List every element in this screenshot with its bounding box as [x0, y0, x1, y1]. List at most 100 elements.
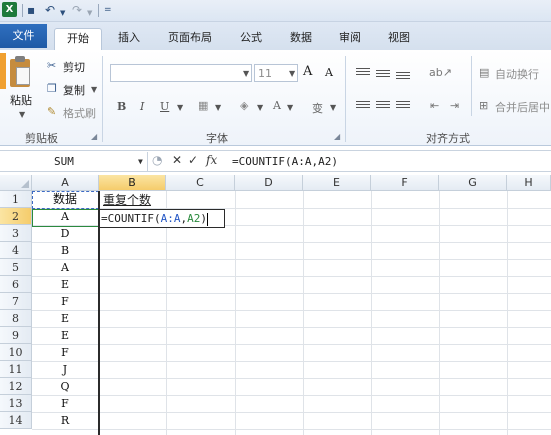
- tab-page-layout[interactable]: 页面布局: [160, 28, 220, 50]
- tab-home[interactable]: 开始: [54, 28, 102, 50]
- chevron-down-icon[interactable]: ▼: [330, 103, 336, 112]
- row-header[interactable]: 4: [0, 242, 32, 259]
- align-right-icon[interactable]: [396, 101, 410, 112]
- cell-a11[interactable]: J: [32, 361, 98, 378]
- cell-a14[interactable]: R: [32, 412, 98, 429]
- merge-center-button[interactable]: 合并后居中: [495, 99, 550, 115]
- orientation-icon[interactable]: ab↗: [429, 66, 452, 79]
- row-header[interactable]: 3: [0, 225, 32, 242]
- underline-button[interactable]: U: [160, 100, 169, 113]
- tab-formulas[interactable]: 公式: [232, 28, 270, 50]
- phonetic-button[interactable]: 变: [312, 100, 323, 116]
- row-header[interactable]: 6: [0, 276, 32, 293]
- enter-icon[interactable]: ✓: [188, 153, 198, 167]
- paste-icon[interactable]: [10, 55, 32, 89]
- name-box[interactable]: SUM ▼: [0, 152, 148, 171]
- cut-button[interactable]: 剪切: [63, 59, 85, 75]
- column-header-e[interactable]: E: [303, 175, 371, 191]
- expand-icon[interactable]: ◔: [152, 153, 162, 167]
- chevron-down-icon[interactable]: ▼: [243, 69, 249, 78]
- scissors-icon[interactable]: ✂: [47, 59, 56, 72]
- row-header[interactable]: 5: [0, 259, 32, 276]
- column-header-b[interactable]: B: [99, 175, 166, 191]
- column-header-f[interactable]: F: [371, 175, 439, 191]
- bold-button[interactable]: B: [117, 100, 126, 113]
- tab-insert[interactable]: 插入: [110, 28, 148, 50]
- column-header-h[interactable]: H: [507, 175, 551, 191]
- row-header[interactable]: 8: [0, 310, 32, 327]
- cell-a3[interactable]: D: [32, 225, 98, 242]
- row-header[interactable]: 11: [0, 361, 32, 378]
- select-all-button[interactable]: [0, 175, 32, 191]
- cell-b1[interactable]: 重复个数: [103, 192, 151, 208]
- decrease-indent-icon[interactable]: ⇤: [430, 99, 439, 112]
- insert-function-icon[interactable]: fx: [206, 153, 217, 167]
- shrink-font-button[interactable]: A: [325, 66, 333, 79]
- customize-icon[interactable]: =: [104, 3, 112, 17]
- wrap-text-icon[interactable]: ▤: [479, 66, 489, 79]
- align-middle-icon[interactable]: [376, 70, 390, 81]
- format-painter-button[interactable]: 格式刷: [63, 105, 96, 121]
- formula-input[interactable]: =COUNTIF(A:A,A2): [232, 153, 338, 171]
- row-header[interactable]: 7: [0, 293, 32, 310]
- chevron-down-icon[interactable]: ▼: [87, 6, 92, 20]
- align-center-icon[interactable]: [376, 101, 390, 112]
- format-painter-icon[interactable]: ✎: [47, 105, 56, 118]
- font-color-icon[interactable]: A: [273, 99, 281, 112]
- column-header-d[interactable]: D: [235, 175, 303, 191]
- chevron-down-icon[interactable]: ▼: [19, 110, 25, 119]
- cell-b2-editor[interactable]: =COUNTIF(A:A,A2): [99, 209, 225, 228]
- cancel-icon[interactable]: ✕: [172, 153, 182, 167]
- cell-a13[interactable]: F: [32, 395, 98, 412]
- align-top-icon[interactable]: [356, 68, 370, 79]
- undo-icon[interactable]: ↶: [45, 3, 55, 17]
- cell-a4[interactable]: B: [32, 242, 98, 259]
- cell-a10[interactable]: F: [32, 344, 98, 361]
- cell-a12[interactable]: Q: [32, 378, 98, 395]
- row-header[interactable]: 13: [0, 395, 32, 412]
- tab-data[interactable]: 数据: [282, 28, 320, 50]
- chevron-down-icon[interactable]: ▼: [60, 6, 65, 20]
- row-header[interactable]: 1: [0, 191, 32, 208]
- cell-a8[interactable]: E: [32, 310, 98, 327]
- tab-file[interactable]: 文件: [0, 24, 47, 48]
- cell-a7[interactable]: F: [32, 293, 98, 310]
- paste-button[interactable]: 粘贴: [10, 92, 32, 108]
- cell-a6[interactable]: E: [32, 276, 98, 293]
- column-header-c[interactable]: C: [166, 175, 235, 191]
- chevron-down-icon[interactable]: ▼: [287, 103, 293, 112]
- row-header[interactable]: 12: [0, 378, 32, 395]
- row-header[interactable]: 9: [0, 327, 32, 344]
- column-header-a[interactable]: A: [32, 175, 99, 191]
- align-left-icon[interactable]: [356, 101, 370, 112]
- fill-color-icon[interactable]: ◈: [240, 99, 248, 112]
- tab-review[interactable]: 审阅: [331, 28, 369, 50]
- dialog-launcher-icon[interactable]: ◢: [334, 132, 340, 141]
- copy-icon[interactable]: ❐: [47, 82, 57, 95]
- column-header-g[interactable]: G: [439, 175, 507, 191]
- chevron-down-icon[interactable]: ▼: [177, 103, 183, 112]
- row-header[interactable]: 10: [0, 344, 32, 361]
- wrap-text-button[interactable]: 自动换行: [495, 66, 539, 82]
- grow-font-button[interactable]: A: [303, 64, 312, 79]
- italic-button[interactable]: I: [140, 100, 144, 113]
- font-name-input[interactable]: [110, 64, 252, 82]
- excel-app-icon[interactable]: X: [2, 2, 17, 17]
- copy-button[interactable]: 复制: [63, 82, 85, 98]
- chevron-down-icon[interactable]: ▼: [289, 69, 295, 78]
- border-icon[interactable]: ▦: [198, 99, 208, 112]
- row-header[interactable]: 14: [0, 412, 32, 429]
- row-header[interactable]: 2: [0, 208, 32, 225]
- align-bottom-icon[interactable]: [396, 72, 410, 83]
- redo-icon[interactable]: ↷: [72, 3, 82, 17]
- chevron-down-icon[interactable]: ▼: [91, 85, 97, 94]
- dialog-launcher-icon[interactable]: ◢: [91, 132, 97, 141]
- chevron-down-icon[interactable]: ▼: [138, 152, 143, 171]
- cell-a5[interactable]: A: [32, 259, 98, 276]
- tab-view[interactable]: 视图: [380, 28, 418, 50]
- worksheet-grid[interactable]: A B C D E F G H 1 2 3 4 5 6 7 8 9 10 11 …: [0, 175, 551, 435]
- increase-indent-icon[interactable]: ⇥: [450, 99, 459, 112]
- chevron-down-icon[interactable]: ▼: [257, 103, 263, 112]
- merge-center-icon[interactable]: ⊞: [479, 99, 488, 112]
- save-icon[interactable]: ▪: [27, 3, 35, 17]
